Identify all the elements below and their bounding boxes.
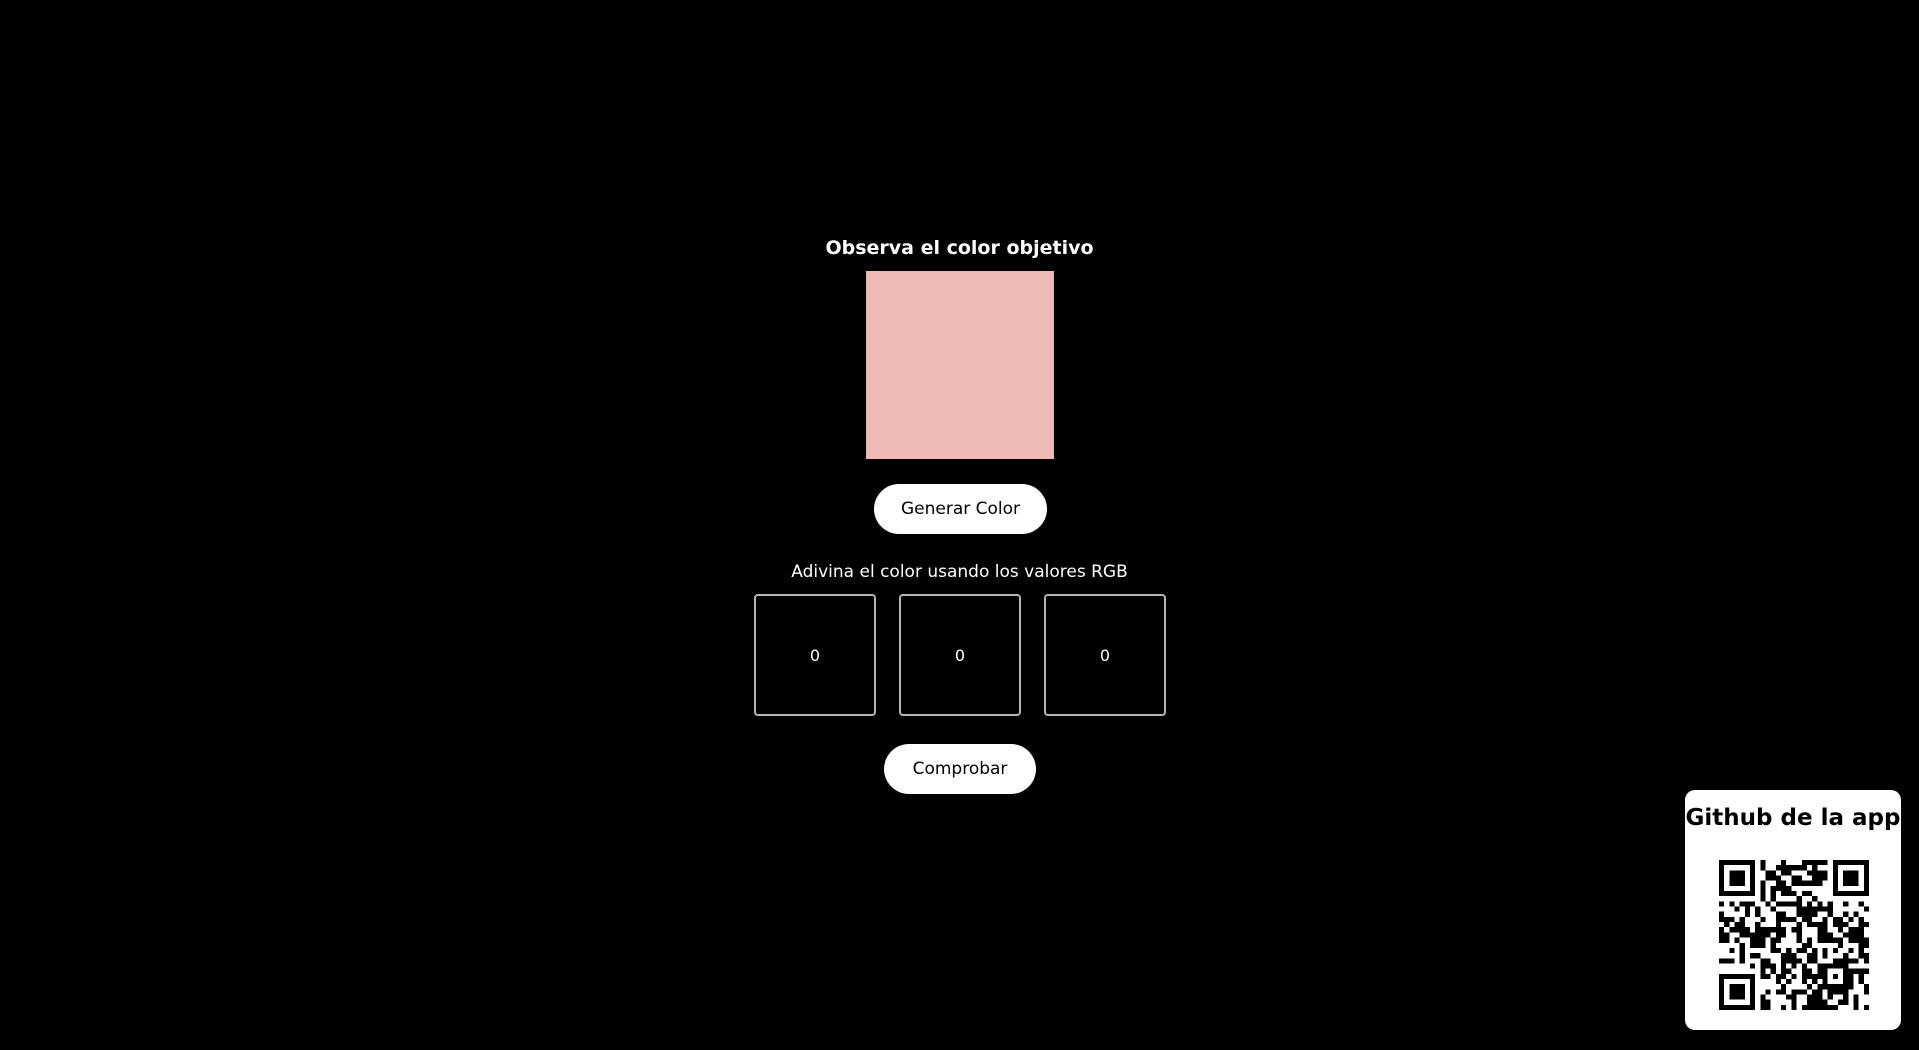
app-root: Observa el color objetivo Generar Color … — [0, 0, 1919, 1050]
red-value-input[interactable] — [754, 594, 876, 716]
check-button[interactable]: Comprobar — [884, 744, 1036, 794]
target-color-swatch — [866, 271, 1054, 459]
qr-code-icon — [1719, 860, 1869, 1010]
github-qr-card[interactable]: Github de la app — [1685, 790, 1901, 1030]
qr-card-title: Github de la app — [1685, 805, 1901, 831]
guess-instructions: Adivina el color usando los valores RGB — [791, 562, 1128, 582]
green-value-input[interactable] — [899, 594, 1021, 716]
target-title: Observa el color objetivo — [825, 237, 1094, 259]
generate-color-button[interactable]: Generar Color — [874, 484, 1047, 534]
blue-value-input[interactable] — [1044, 594, 1166, 716]
